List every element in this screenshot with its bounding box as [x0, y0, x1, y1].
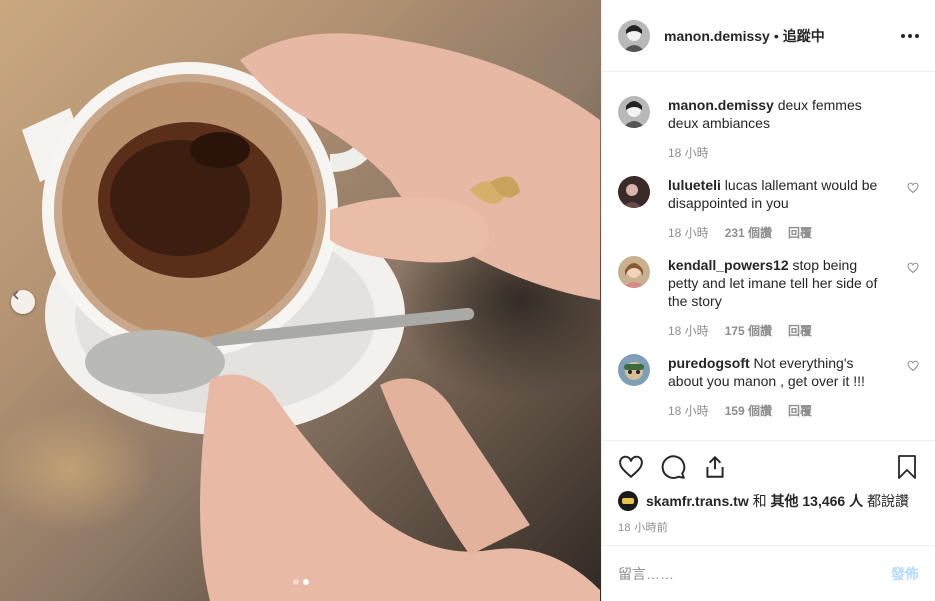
likes-others-link[interactable]: 其他 13,466 人: [771, 491, 864, 511]
comment-likes[interactable]: 175 個讚: [725, 322, 772, 340]
following-button[interactable]: 追蹤中: [783, 26, 825, 46]
avatar-image: [618, 19, 650, 52]
comment-likes[interactable]: 231 個讚: [725, 224, 772, 242]
add-comment-section: 發佈: [602, 545, 935, 601]
comment-time[interactable]: 18 小時: [668, 224, 709, 242]
bookmark-icon[interactable]: [895, 454, 919, 480]
liker-avatar[interactable]: [618, 491, 638, 511]
comment-item: puredogsoft Not everything's about you m…: [618, 354, 919, 420]
comment-body: kendall_powers12 stop being petty and le…: [668, 256, 919, 340]
like-comment-heart-icon[interactable]: [907, 182, 919, 194]
coffee-photo-illustration: [22, 33, 600, 601]
chevron-left-icon: [12, 290, 19, 300]
comment-meta: 18 小時 175 個讚 回覆: [668, 322, 889, 340]
post-side-panel: manon.demissy • 追蹤中 manon.demissy deux f…: [601, 0, 935, 601]
comment-meta: 18 小時 231 個讚 回覆: [668, 224, 889, 242]
comments-list: manon.demissy deux femmes deux ambiances…: [602, 72, 935, 440]
like-comment-heart-icon[interactable]: [907, 262, 919, 274]
comment-time[interactable]: 18 小時: [668, 402, 709, 420]
comment-username[interactable]: puredogsoft: [668, 355, 750, 371]
reply-button[interactable]: 回覆: [788, 402, 812, 420]
more-options-icon[interactable]: [901, 28, 919, 44]
comment-username[interactable]: kendall_powers12: [668, 257, 789, 273]
previous-photo-button[interactable]: [11, 290, 35, 314]
post-caption: manon.demissy deux femmes deux ambiances…: [618, 96, 919, 162]
post-timestamp[interactable]: 18 小時前: [618, 519, 919, 545]
commenter-avatar[interactable]: [618, 176, 650, 208]
commenter-avatar[interactable]: [618, 256, 650, 288]
comment-item: lulueteli lucas lallemant would be disap…: [618, 176, 919, 242]
like-comment-heart-icon[interactable]: [907, 360, 919, 372]
header-separator: •: [773, 27, 779, 44]
action-buttons: [618, 451, 919, 483]
commenter-avatar[interactable]: [618, 354, 650, 386]
comment-time[interactable]: 18 小時: [668, 322, 709, 340]
reply-button[interactable]: 回覆: [788, 322, 812, 340]
comment-input[interactable]: [618, 565, 891, 582]
likes-and: 和: [752, 493, 767, 509]
carousel-indicator: [0, 579, 601, 585]
share-icon[interactable]: [702, 454, 728, 480]
comment-icon[interactable]: [660, 454, 686, 480]
comment-username[interactable]: lulueteli: [668, 177, 721, 193]
instagram-post-modal: manon.demissy • 追蹤中 manon.demissy deux f…: [0, 0, 935, 601]
comment-item: kendall_powers12 stop being petty and le…: [618, 256, 919, 340]
caption-avatar[interactable]: [618, 96, 650, 128]
avatar-image: [618, 354, 650, 386]
caption-time[interactable]: 18 小時: [668, 144, 709, 162]
heart-icon[interactable]: [618, 454, 644, 480]
caption-meta: 18 小時: [668, 144, 889, 162]
likes-suffix: 都說讚: [867, 493, 909, 509]
comment-likes[interactable]: 159 個讚: [725, 402, 772, 420]
post-comment-button[interactable]: 發佈: [891, 564, 919, 584]
avatar-image: [618, 96, 650, 128]
comment-meta: 18 小時 159 個讚 回覆: [668, 402, 889, 420]
caption-body: manon.demissy deux femmes deux ambiances…: [668, 96, 919, 162]
author-avatar[interactable]: [618, 19, 650, 52]
carousel-dot-1: [292, 579, 299, 585]
avatar-image: [618, 256, 650, 288]
avatar-image: [618, 176, 650, 208]
liker-username[interactable]: skamfr.trans.tw: [646, 493, 749, 509]
post-header: manon.demissy • 追蹤中: [602, 0, 935, 72]
caption-username[interactable]: manon.demissy: [668, 97, 774, 113]
post-actions: skamfr.trans.tw 和 其他 13,466 人 都說讚 18 小時前: [602, 440, 935, 545]
author-username[interactable]: manon.demissy: [664, 28, 770, 44]
post-photo: [0, 0, 601, 601]
likes-summary: skamfr.trans.tw 和 其他 13,466 人 都說讚: [618, 491, 919, 511]
comment-body: lulueteli lucas lallemant would be disap…: [668, 176, 919, 242]
comment-body: puredogsoft Not everything's about you m…: [668, 354, 919, 420]
carousel-dot-2-active: [302, 579, 309, 585]
reply-button[interactable]: 回覆: [788, 224, 812, 242]
